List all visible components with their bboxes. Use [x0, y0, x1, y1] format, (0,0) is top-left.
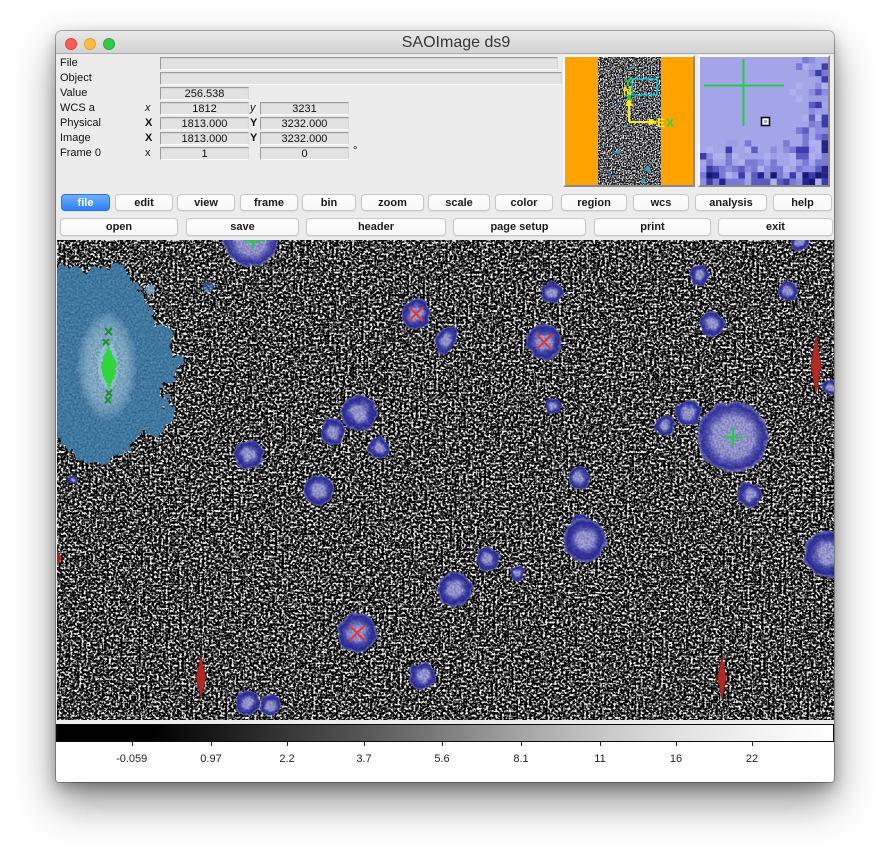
svg-text:N: N: [623, 84, 632, 98]
svg-text:X: X: [666, 116, 674, 130]
svg-text:E: E: [657, 116, 665, 130]
